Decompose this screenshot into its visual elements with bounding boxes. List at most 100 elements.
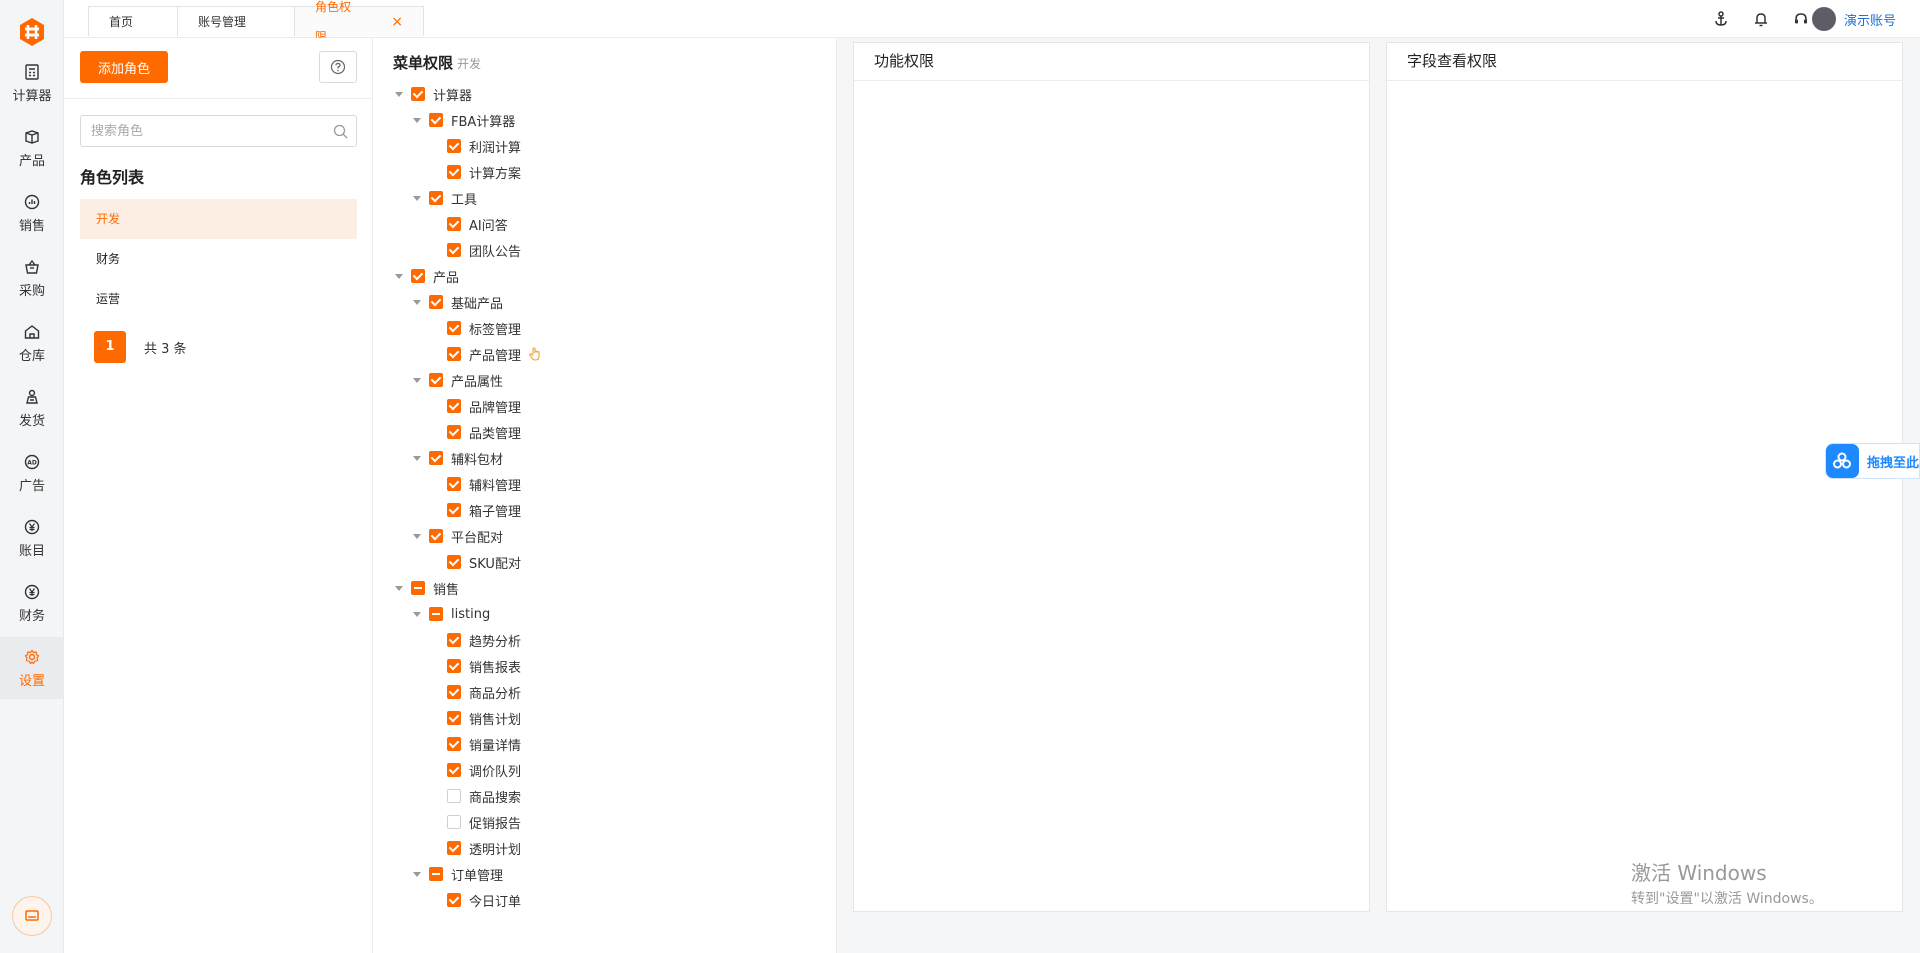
tree-node-label[interactable]: 平台配对 <box>451 527 503 546</box>
tab-role-permissions[interactable]: 角色权限 × <box>294 0 424 44</box>
tree-node-label[interactable]: 工具 <box>451 189 477 208</box>
permission-checkbox[interactable] <box>447 633 461 647</box>
add-role-button[interactable]: 添加角色 <box>80 51 168 83</box>
tab-home[interactable]: 首页 <box>88 6 178 36</box>
account-menu[interactable]: 演示账号 <box>1811 7 1896 31</box>
nav-item[interactable]: 产品 <box>0 117 64 179</box>
tree-node-label[interactable]: listing <box>451 607 490 622</box>
nav-item[interactable]: 计算器 <box>0 52 64 114</box>
tree-node-label[interactable]: 销售 <box>433 579 459 598</box>
permission-checkbox[interactable] <box>447 893 461 907</box>
permission-checkbox[interactable] <box>429 607 443 621</box>
nav-item[interactable]: 仓库 <box>0 312 64 374</box>
nav-item[interactable]: 销售 <box>0 182 64 244</box>
tree-node-label[interactable]: 订单管理 <box>451 865 503 884</box>
caret-down-icon[interactable] <box>411 452 423 464</box>
tree-node-label[interactable]: 基础产品 <box>451 293 503 312</box>
tree-node-label[interactable]: 商品分析 <box>469 683 521 702</box>
nav-item[interactable]: 设置 <box>0 637 64 699</box>
permission-checkbox[interactable] <box>447 763 461 777</box>
permission-checkbox[interactable] <box>429 529 443 543</box>
caret-down-icon[interactable] <box>411 374 423 386</box>
permission-checkbox[interactable] <box>447 815 461 829</box>
help-button[interactable] <box>319 51 357 83</box>
tree-node-label[interactable]: 辅料包材 <box>451 449 503 468</box>
permission-checkbox[interactable] <box>429 191 443 205</box>
tab-account-management[interactable]: 账号管理 <box>177 6 295 36</box>
role-item[interactable]: 开发 <box>80 199 357 239</box>
anchor-icon[interactable] <box>1712 10 1730 28</box>
tree-node-label[interactable]: 产品 <box>433 267 459 286</box>
nav-item[interactable]: 采购 <box>0 247 64 309</box>
permission-checkbox[interactable] <box>447 139 461 153</box>
caret-down-icon[interactable] <box>411 114 423 126</box>
caret-down-icon[interactable] <box>411 530 423 542</box>
role-item[interactable]: 财务 <box>80 239 357 279</box>
permission-checkbox[interactable] <box>447 347 461 361</box>
tree-node-label[interactable]: FBA计算器 <box>451 111 515 130</box>
permission-checkbox[interactable] <box>447 217 461 231</box>
caret-down-icon[interactable] <box>411 868 423 880</box>
collapse-nav-button[interactable] <box>12 896 52 936</box>
tree-node-label[interactable]: 调价队列 <box>469 761 521 780</box>
permission-checkbox[interactable] <box>447 685 461 699</box>
caret-down-icon[interactable] <box>393 270 405 282</box>
caret-down-icon[interactable] <box>393 88 405 100</box>
permission-checkbox[interactable] <box>447 165 461 179</box>
permission-checkbox[interactable] <box>447 841 461 855</box>
caret-down-icon[interactable] <box>393 582 405 594</box>
permission-checkbox[interactable] <box>429 373 443 387</box>
tree-node-label[interactable]: SKU配对 <box>469 553 521 572</box>
page-button[interactable]: 1 <box>94 331 126 363</box>
caret-down-icon[interactable] <box>411 608 423 620</box>
drag-drop-widget[interactable]: 拖拽至此 <box>1825 443 1920 479</box>
permission-checkbox[interactable] <box>429 867 443 881</box>
tree-node-label[interactable]: 今日订单 <box>469 891 521 910</box>
permission-checkbox[interactable] <box>411 581 425 595</box>
permission-checkbox[interactable] <box>447 399 461 413</box>
tree-node-label[interactable]: 产品属性 <box>451 371 503 390</box>
permission-checkbox[interactable] <box>447 477 461 491</box>
tree-node-label[interactable]: 利润计算 <box>469 137 521 156</box>
logo-icon[interactable] <box>14 14 50 50</box>
permission-checkbox[interactable] <box>447 737 461 751</box>
tree-node-label[interactable]: 箱子管理 <box>469 501 521 520</box>
tree-node-label[interactable]: 品牌管理 <box>469 397 521 416</box>
permission-checkbox[interactable] <box>447 321 461 335</box>
tree-node-label[interactable]: 趋势分析 <box>469 631 521 650</box>
tree-node-label[interactable]: AI问答 <box>469 215 508 234</box>
headset-icon[interactable] <box>1792 10 1810 28</box>
search-input[interactable] <box>81 116 321 146</box>
permission-checkbox[interactable] <box>411 87 425 101</box>
nav-item[interactable]: AD 广告 <box>0 442 64 504</box>
tree-node-label[interactable]: 计算方案 <box>469 163 521 182</box>
tree-node-label[interactable]: 辅料管理 <box>469 475 521 494</box>
tree-node-label[interactable]: 透明计划 <box>469 839 521 858</box>
tree-node-label[interactable]: 商品搜索 <box>469 787 521 806</box>
tree-node-label[interactable]: 产品管理 <box>469 345 521 364</box>
permission-checkbox[interactable] <box>447 503 461 517</box>
permission-checkbox[interactable] <box>447 659 461 673</box>
nav-item[interactable]: 财务 <box>0 572 64 634</box>
permission-checkbox[interactable] <box>411 269 425 283</box>
search-icon[interactable] <box>333 124 348 139</box>
permission-checkbox[interactable] <box>429 113 443 127</box>
tree-node-label[interactable]: 促销报告 <box>469 813 521 832</box>
permission-checkbox[interactable] <box>447 789 461 803</box>
bell-icon[interactable] <box>1752 10 1770 28</box>
nav-item[interactable]: 发货 <box>0 377 64 439</box>
permission-checkbox[interactable] <box>447 555 461 569</box>
tree-node-label[interactable]: 销售报表 <box>469 657 521 676</box>
tree-node-label[interactable]: 标签管理 <box>469 319 521 338</box>
caret-down-icon[interactable] <box>411 296 423 308</box>
tree-node-label[interactable]: 计算器 <box>433 85 472 104</box>
permission-checkbox[interactable] <box>429 451 443 465</box>
permission-checkbox[interactable] <box>447 425 461 439</box>
tree-node-label[interactable]: 团队公告 <box>469 241 521 260</box>
nav-item[interactable]: 账目 <box>0 507 64 569</box>
close-icon[interactable]: × <box>391 7 403 37</box>
permission-checkbox[interactable] <box>447 711 461 725</box>
permission-checkbox[interactable] <box>429 295 443 309</box>
permission-checkbox[interactable] <box>447 243 461 257</box>
tree-node-label[interactable]: 销售计划 <box>469 709 521 728</box>
